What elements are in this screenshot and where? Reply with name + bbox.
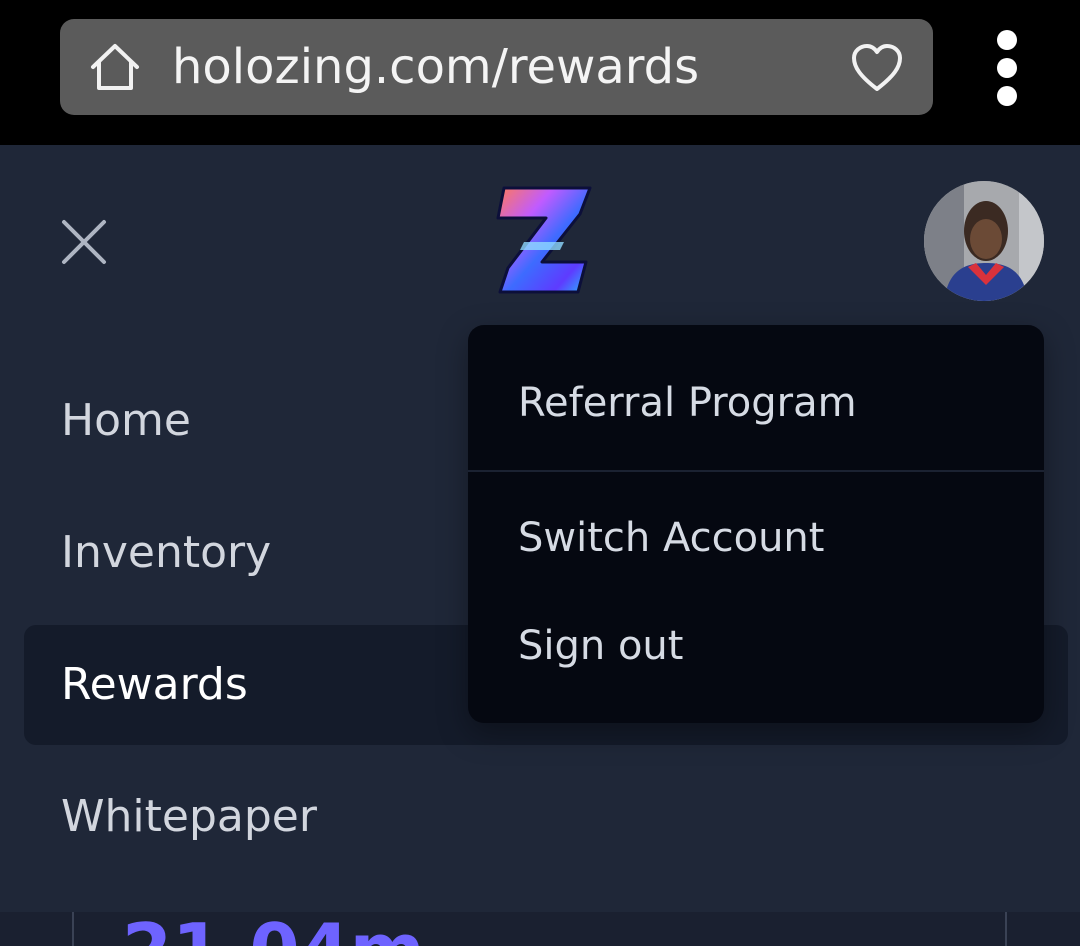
address-bar[interactable]: holozing.com/rewards bbox=[60, 19, 933, 115]
account-dropdown-menu: Referral Program Switch Account Sign out bbox=[468, 325, 1044, 723]
reward-value: 21.04m bbox=[122, 912, 425, 946]
menu-divider bbox=[468, 470, 1044, 472]
browser-toolbar: holozing.com/rewards bbox=[0, 0, 1080, 145]
nav-item-whitepaper[interactable]: Whitepaper bbox=[61, 789, 317, 845]
menu-item-referral-program[interactable]: Referral Program bbox=[518, 378, 857, 428]
nav-item-home[interactable]: Home bbox=[61, 393, 191, 449]
card-border-right bbox=[1005, 912, 1007, 946]
url-text[interactable]: holozing.com/rewards bbox=[172, 39, 699, 95]
card-border-left bbox=[72, 912, 74, 946]
menu-item-switch-account[interactable]: Switch Account bbox=[518, 513, 824, 563]
nav-item-inventory[interactable]: Inventory bbox=[61, 525, 271, 581]
nav-item-rewards[interactable]: Rewards bbox=[61, 657, 248, 713]
holozing-logo[interactable] bbox=[494, 184, 594, 296]
heart-icon[interactable] bbox=[850, 43, 904, 93]
overflow-menu-icon[interactable] bbox=[980, 28, 1034, 108]
reward-value-clip: 21.04m bbox=[122, 912, 442, 946]
home-icon[interactable] bbox=[88, 41, 142, 93]
close-icon[interactable] bbox=[60, 218, 108, 266]
menu-item-sign-out[interactable]: Sign out bbox=[518, 621, 683, 671]
avatar[interactable] bbox=[924, 181, 1044, 301]
